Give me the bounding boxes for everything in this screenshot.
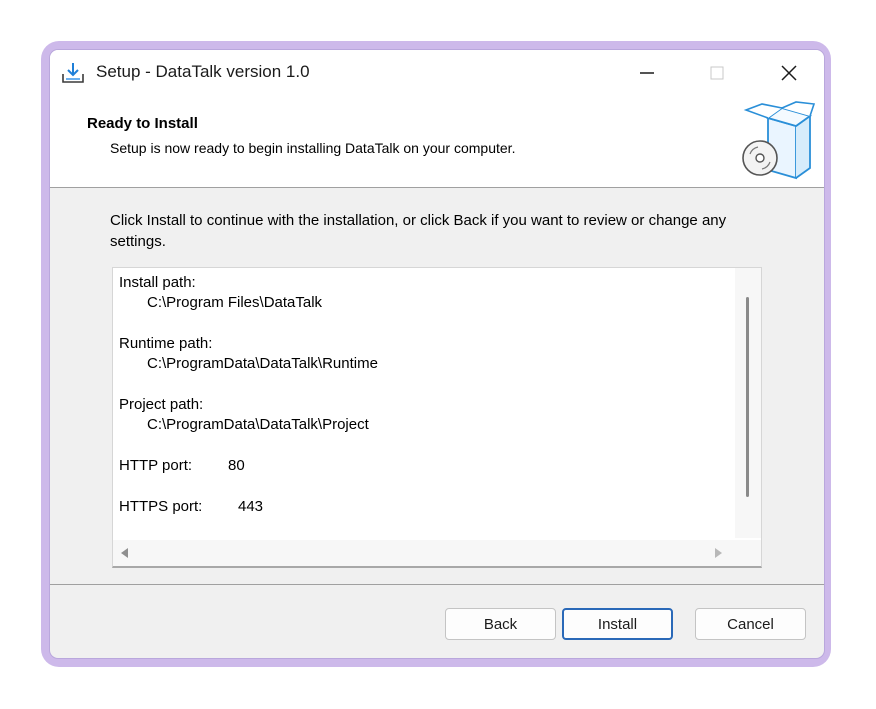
title-bar[interactable]: Setup - DataTalk version 1.0 (50, 50, 824, 96)
install-path-label: Install path: (119, 274, 196, 291)
http-port-label: HTTP port: (119, 457, 193, 474)
maximize-button[interactable] (694, 50, 740, 96)
page-subtitle: Setup is now ready to begin installing D… (110, 140, 516, 156)
https-port-value: 443 (238, 498, 264, 515)
runtime-path-value: C:\ProgramData\DataTalk\Runtime (147, 355, 378, 372)
window-title: Setup - DataTalk version 1.0 (96, 62, 310, 81)
close-button[interactable] (766, 50, 812, 96)
horizontal-scrollbar[interactable] (113, 540, 761, 566)
setup-install-icon (60, 60, 86, 86)
project-path-value: C:\ProgramData\DataTalk\Project (147, 416, 369, 433)
minimize-icon (640, 72, 654, 74)
http-port-value: 80 (228, 457, 245, 474)
ready-memo[interactable]: Install path: C:\Program Files\DataTalk … (112, 267, 762, 568)
setup-window: Setup - DataTalk version 1.0 Ready to In… (50, 50, 824, 658)
scroll-right-icon[interactable] (715, 548, 722, 558)
cancel-button[interactable]: Cancel (695, 608, 806, 640)
wizard-header: Ready to Install Setup is now ready to b… (50, 96, 824, 188)
maximize-icon (710, 66, 724, 80)
back-button[interactable]: Back (445, 608, 556, 640)
scroll-left-icon[interactable] (121, 548, 128, 558)
memo-content: Install path: C:\Program Files\DataTalk … (113, 268, 733, 538)
close-icon (781, 65, 797, 81)
https-port-label: HTTPS port: (119, 498, 203, 515)
footer-divider (50, 584, 824, 585)
vertical-scroll-thumb[interactable] (746, 297, 749, 497)
runtime-path-label: Runtime path: (119, 335, 213, 352)
intro-text: Click Install to continue with the insta… (110, 212, 727, 250)
install-button[interactable]: Install (562, 608, 673, 640)
vertical-scrollbar[interactable] (735, 268, 761, 538)
page-title: Ready to Install (87, 115, 198, 132)
project-path-label: Project path: (119, 396, 204, 413)
box-disc-icon (738, 100, 816, 182)
install-path-value: C:\Program Files\DataTalk (147, 294, 323, 311)
minimize-button[interactable] (624, 50, 670, 96)
